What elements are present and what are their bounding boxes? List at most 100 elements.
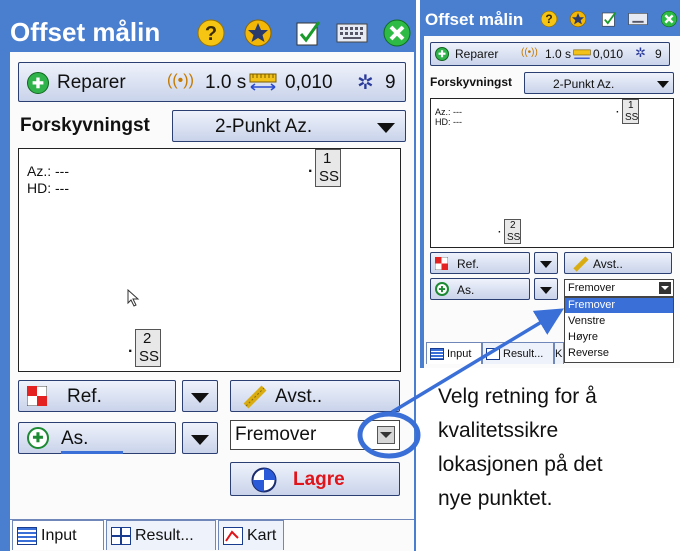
point-code: SS — [139, 348, 160, 365]
point-marker[interactable]: · 2 SS — [125, 329, 165, 371]
tab-map-label: Kart — [247, 526, 277, 544]
reference-icon — [434, 256, 449, 271]
direction-select[interactable]: Fremover — [230, 420, 400, 450]
help-icon[interactable]: ? — [540, 10, 558, 28]
input-tab-icon — [17, 526, 37, 545]
tab-bar: Input Result... K — [424, 342, 564, 364]
close-icon[interactable] — [660, 10, 678, 28]
tab-result-label: Result... — [135, 526, 194, 544]
checklist-icon[interactable] — [293, 18, 323, 48]
keyboard-icon[interactable] — [336, 22, 368, 44]
distance-button[interactable]: Avst.. — [230, 380, 400, 412]
status-bar[interactable]: ✚ Reparer ((•)) 1.0 s 0,010 ✲ 9 — [18, 62, 406, 102]
svg-text:?: ? — [205, 23, 217, 45]
map-tab-icon — [223, 526, 243, 545]
gps-fix-icon: ✚ — [435, 47, 449, 61]
option-label: Reverse — [568, 347, 609, 359]
direction-value: Fremover — [568, 282, 616, 294]
satellite-count: 9 — [655, 47, 662, 61]
gps-target-icon: ✚ — [27, 427, 49, 449]
point-number: 1 — [323, 150, 332, 167]
direction-select[interactable]: Fremover — [564, 279, 674, 297]
chevron-down-icon — [377, 123, 395, 133]
favorite-star-icon[interactable] — [243, 18, 273, 48]
interval-value: 1.0 s — [205, 72, 247, 93]
method-value: 2-Punkt Az. — [553, 77, 615, 91]
point-marker[interactable]: · 1 SS — [305, 149, 345, 191]
gps-fix-icon: ✚ — [27, 72, 49, 94]
point-marker[interactable]: · 1 SS — [615, 99, 641, 127]
close-icon[interactable] — [382, 18, 412, 48]
as-dropdown-button[interactable] — [534, 278, 558, 300]
point-number: 1 — [628, 100, 634, 111]
method-label: Forskyvningst — [20, 115, 150, 136]
tab-result[interactable]: Result... — [482, 342, 554, 364]
precision-value: 0,010 — [593, 47, 624, 61]
reference-icon — [26, 385, 48, 407]
direction-value: Fremover — [235, 424, 317, 445]
callout-line: Velg retning for å — [438, 385, 597, 408]
tab-input[interactable]: Input — [426, 342, 482, 364]
chevron-down-icon — [657, 81, 669, 88]
result-tab-icon — [486, 347, 500, 360]
precision-ruler-icon — [573, 48, 591, 60]
tab-input-label: Input — [41, 526, 77, 544]
help-icon[interactable]: ? — [196, 18, 226, 48]
distance-readout: HD: --- — [435, 117, 462, 127]
method-label: Forskyvningst — [430, 75, 513, 89]
option-item-selected[interactable]: Fremover — [565, 298, 673, 313]
select-arrow-icon[interactable] — [377, 426, 395, 444]
option-label: Høyre — [568, 331, 598, 343]
azimuth-readout: Az.: --- — [435, 107, 462, 117]
option-item[interactable]: Venstre — [565, 314, 673, 329]
favorite-star-icon[interactable] — [569, 10, 587, 28]
ref-button[interactable]: Ref. — [430, 252, 530, 274]
save-point-icon — [251, 467, 277, 493]
as-label: As. — [61, 428, 89, 449]
chevron-down-icon — [191, 435, 209, 445]
select-arrow-icon[interactable] — [659, 282, 671, 294]
ref-dropdown-button[interactable] — [534, 252, 558, 274]
tab-map-label: K — [555, 347, 563, 360]
checklist-icon[interactable] — [600, 10, 618, 28]
as-dropdown-button[interactable] — [182, 422, 218, 454]
as-button[interactable]: ✚ As. — [430, 278, 530, 300]
input-tab-icon — [430, 347, 444, 360]
option-label: Venstre — [568, 315, 606, 327]
ref-button[interactable]: Ref. — [18, 380, 176, 412]
ref-dropdown-button[interactable] — [182, 380, 218, 412]
chevron-down-icon — [540, 287, 552, 294]
method-dropdown[interactable]: 2-Punkt Az. — [524, 72, 674, 94]
fix-status: Reparer — [455, 47, 499, 61]
save-button[interactable]: Lagre — [230, 462, 400, 496]
distance-button[interactable]: Avst.. — [564, 252, 672, 274]
chevron-down-icon — [540, 261, 552, 268]
inset-window: Offset målin ? ✚ Reparer ((•)) 1.0 s 0,0… — [420, 0, 680, 368]
point-marker[interactable]: · 2 SS — [497, 219, 523, 247]
satellite-icon: ✲ — [357, 72, 374, 94]
gps-target-icon: ✚ — [435, 282, 449, 296]
satellite-count: 9 — [385, 72, 396, 93]
map-view[interactable]: Az.: --- HD: --- · 1 SS · 2 SS — [430, 98, 674, 248]
result-tab-icon — [111, 526, 131, 545]
point-code: SS — [625, 112, 639, 123]
tab-map[interactable]: K — [554, 342, 564, 364]
option-item[interactable]: Reverse — [565, 346, 673, 361]
measure-tape-icon — [573, 256, 589, 272]
direction-options-list[interactable]: Fremover Venstre Høyre Reverse — [564, 297, 674, 363]
tab-input[interactable]: Input — [12, 520, 104, 550]
callout-line: nye punktet. — [438, 487, 553, 510]
distance-label: Avst.. — [275, 386, 323, 407]
point-number: 2 — [143, 330, 152, 347]
status-bar[interactable]: ✚ Reparer ((•)) 1.0 s 0,010 ✲ 9 — [430, 42, 670, 66]
map-view[interactable]: Az.: --- HD: --- · 1 SS · 2 SS — [18, 148, 401, 372]
as-button[interactable]: ✚ As. — [18, 422, 176, 454]
callout-line: kvalitetssikre — [438, 419, 559, 442]
tab-result[interactable]: Result... — [106, 520, 216, 550]
option-item[interactable]: Høyre — [565, 330, 673, 345]
callout-text: Velg retning for å kvalitetssikre lokasj… — [438, 380, 678, 540]
keyboard-icon[interactable] — [628, 12, 648, 26]
method-dropdown[interactable]: 2-Punkt Az. — [172, 110, 406, 142]
tab-map[interactable]: Kart — [218, 520, 284, 550]
focus-underline — [61, 451, 123, 454]
